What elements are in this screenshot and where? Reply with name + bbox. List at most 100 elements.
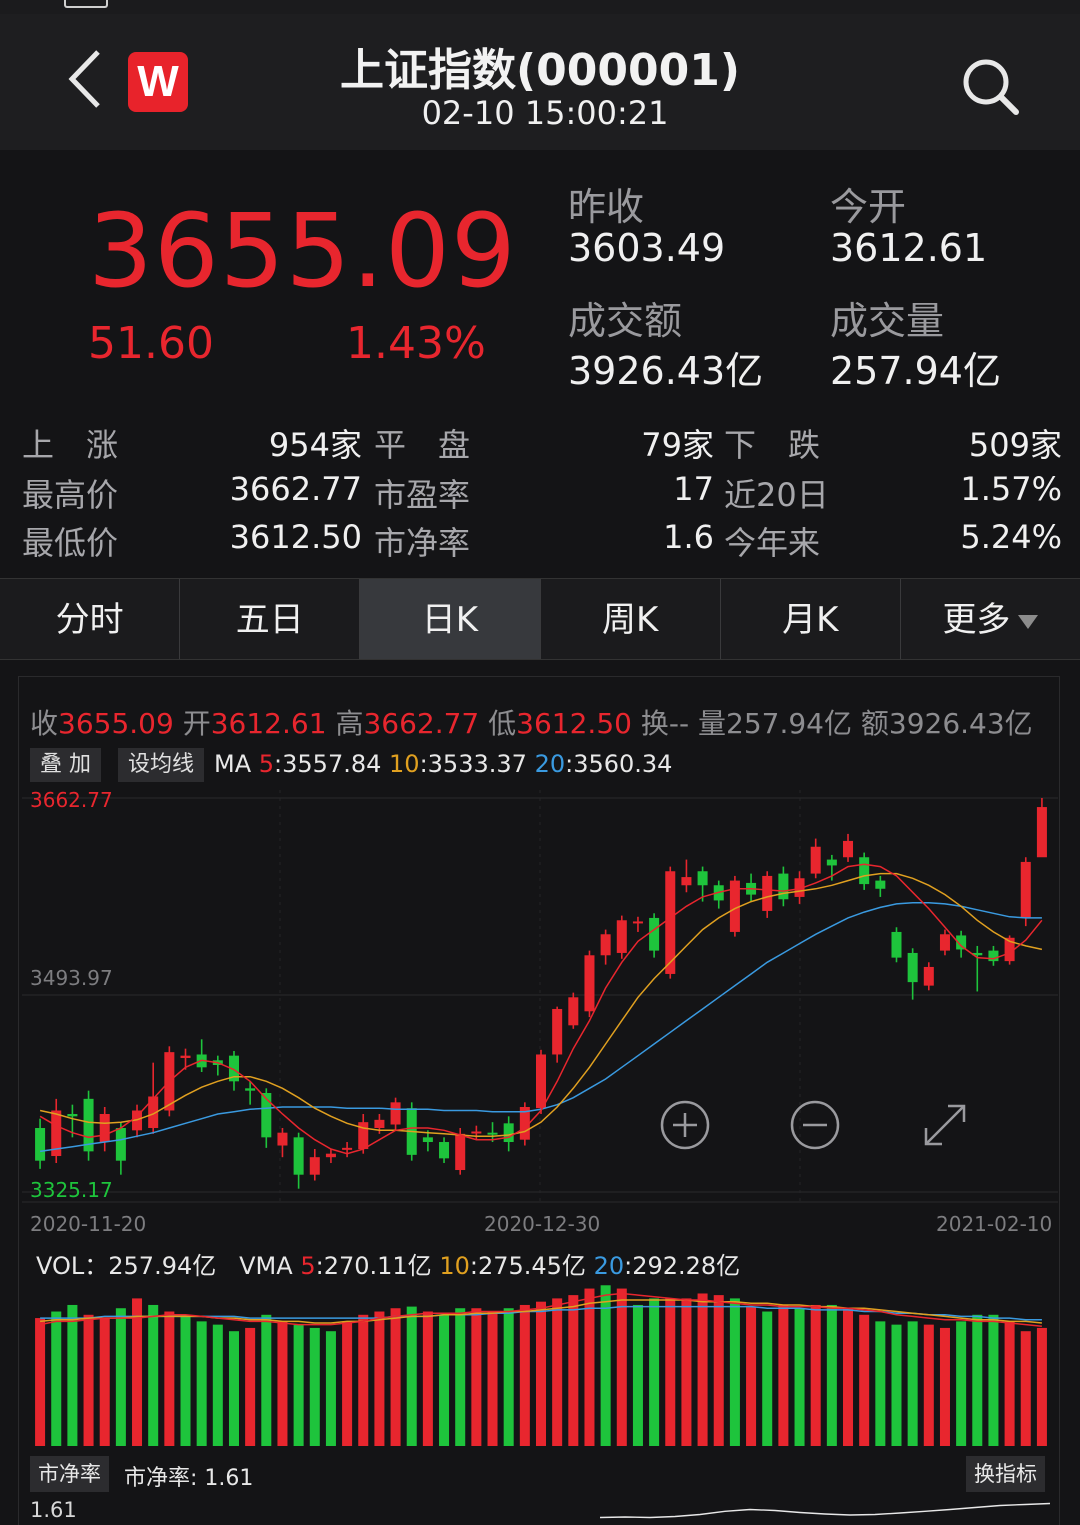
volume-bar [196, 1321, 207, 1446]
volume-bar [826, 1304, 837, 1446]
volume-bar [422, 1311, 433, 1446]
candle-body [939, 934, 950, 951]
vma5-value: :270.11亿 [315, 1252, 432, 1280]
candle-body [535, 1054, 547, 1109]
volume-bar [293, 1324, 304, 1446]
volume-bar [778, 1304, 789, 1446]
pb-indicator-chip[interactable]: 市净率 [30, 1456, 109, 1492]
volume-bar [665, 1298, 676, 1446]
vol-prefix: VOL： [36, 1252, 109, 1280]
expand-icon [924, 1104, 966, 1146]
volume-bar [875, 1321, 886, 1446]
candle-body [1020, 861, 1031, 918]
volume-bar [843, 1308, 854, 1446]
candle-body [584, 955, 595, 1012]
volume-bar [325, 1331, 336, 1446]
candle-body [245, 1088, 256, 1091]
volume-bar [956, 1321, 967, 1446]
x-axis-date-end: 2021-02-10 [936, 1212, 1053, 1236]
volume-bar [891, 1324, 902, 1446]
candle-body [67, 1114, 78, 1117]
volume-bar [552, 1298, 563, 1446]
volume-bar [939, 1327, 950, 1446]
candle-body [342, 1147, 353, 1150]
volume-bar [439, 1314, 450, 1446]
candle-body [309, 1157, 320, 1175]
volume-bar [115, 1308, 126, 1446]
zoom-in-button[interactable] [658, 1098, 712, 1152]
volume-bar [390, 1308, 401, 1446]
vma20-value: :292.28亿 [624, 1252, 741, 1280]
candle-body [471, 1131, 482, 1134]
candle-body [907, 952, 918, 983]
volume-bar [697, 1293, 708, 1446]
candle-body [810, 846, 821, 874]
volume-bar [358, 1314, 369, 1446]
volume-bar [83, 1314, 94, 1446]
switch-indicator-button[interactable]: 换指标 [966, 1456, 1045, 1492]
volume-bar [794, 1308, 805, 1446]
candle-body [552, 1008, 563, 1055]
volume-bar [228, 1331, 239, 1446]
candle-body [487, 1132, 498, 1135]
fullscreen-button[interactable] [918, 1098, 972, 1152]
volume-bar [810, 1304, 821, 1446]
candle-body [1036, 807, 1047, 858]
vma20-key: 20 [593, 1252, 625, 1280]
volume-bar [99, 1318, 110, 1446]
volume-bar [245, 1327, 256, 1446]
volume-bar [729, 1298, 740, 1446]
zoom-out-icon [790, 1100, 840, 1150]
candle-body [681, 877, 692, 886]
volume-bar [35, 1318, 46, 1446]
candle-body [632, 921, 643, 924]
volume-bar [148, 1304, 159, 1446]
pb-axis-label: 1.61 [30, 1498, 77, 1522]
candle-body [99, 1114, 110, 1143]
volume-bar [164, 1311, 175, 1446]
volume-bar [261, 1314, 272, 1446]
volume-bar [51, 1311, 62, 1446]
volume-bar [923, 1324, 934, 1446]
volume-bar [455, 1308, 466, 1446]
volume-bar [1036, 1327, 1047, 1446]
candle-body [455, 1133, 466, 1171]
candle-body [422, 1137, 433, 1143]
candle-body [762, 875, 773, 911]
pb-indicator-value: 市净率: 1.61 [124, 1466, 254, 1491]
volume-bar [487, 1311, 498, 1446]
candle-body [503, 1123, 514, 1143]
volume-bar [277, 1321, 288, 1446]
volume-bar [988, 1314, 999, 1446]
candle-body [115, 1128, 126, 1161]
candle-body [325, 1153, 336, 1158]
volume-bar [584, 1288, 595, 1446]
volume-bar [67, 1304, 78, 1446]
volume-bar [1004, 1321, 1015, 1446]
volume-bar [649, 1298, 660, 1446]
candle-body [374, 1119, 385, 1129]
volume-bar [568, 1295, 579, 1446]
volume-bar [907, 1321, 918, 1446]
vma-prefix: VMA [239, 1252, 293, 1280]
vma5-key: 5 [300, 1252, 316, 1280]
volume-bar [681, 1298, 692, 1446]
candle-body [390, 1102, 401, 1125]
x-axis-date-start: 2020-11-20 [30, 1212, 147, 1236]
candle-body [649, 917, 660, 951]
kline-chart[interactable] [0, 0, 1080, 1525]
y-axis-low: 3325.17 [30, 1178, 113, 1202]
volume-bar [471, 1308, 482, 1446]
candle-body [600, 934, 611, 956]
candle-body [843, 840, 854, 858]
volume-bar [406, 1306, 417, 1446]
volume-bar [632, 1304, 643, 1446]
y-axis-high: 3662.77 [30, 788, 113, 812]
zoom-out-button[interactable] [788, 1098, 842, 1152]
volume-bar [746, 1306, 757, 1446]
candle-body [616, 920, 627, 953]
volume-bar [374, 1311, 385, 1446]
volume-bar [180, 1314, 191, 1446]
x-axis-date-mid: 2020-12-30 [484, 1212, 601, 1236]
vol-value: 257.94亿 [108, 1252, 217, 1280]
